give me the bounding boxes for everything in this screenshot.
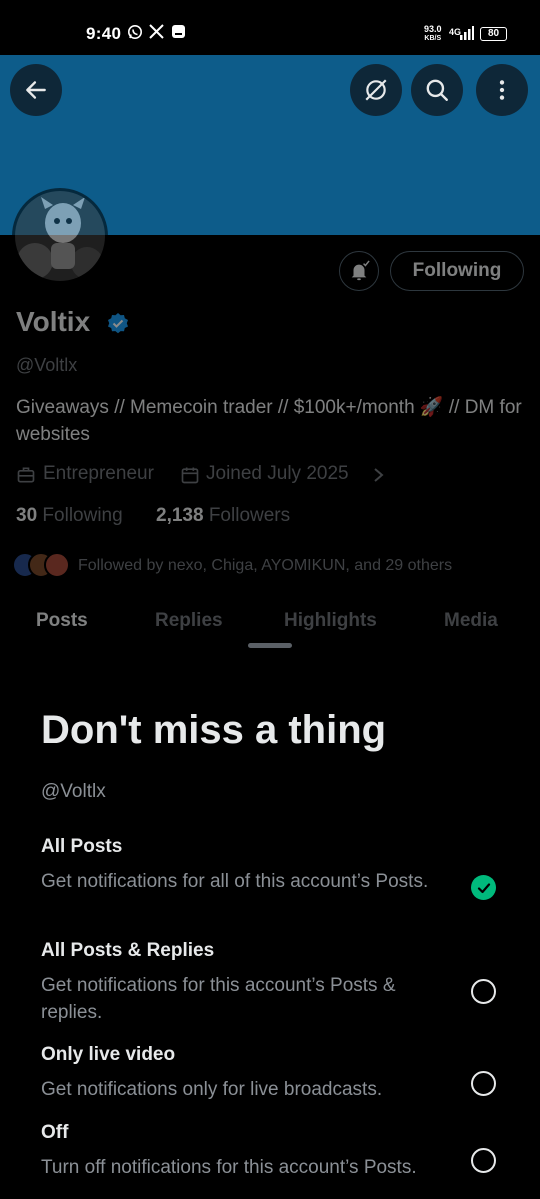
option-title-live-video: Only live video	[41, 1044, 176, 1065]
status-time: 9:40	[86, 24, 122, 43]
notifications-bell-button[interactable]	[339, 251, 379, 291]
radio-off[interactable]	[471, 1148, 496, 1173]
tab-highlights[interactable]: Highlights	[284, 610, 377, 632]
option-desc-all-posts: Get notifications for all of this accoun…	[41, 871, 429, 892]
profile-bio: Giveaways // Memecoin trader // $100k+/m…	[16, 397, 522, 445]
sheet-drag-handle[interactable]	[248, 643, 292, 648]
tab-replies[interactable]: Replies	[155, 610, 223, 632]
sheet-title: Don't miss a thing	[41, 708, 387, 752]
option-desc-off: Turn off notifications for this account’…	[41, 1157, 417, 1178]
search-icon	[426, 79, 448, 101]
x-logo-icon	[149, 24, 164, 43]
option-title-off: Off	[41, 1122, 69, 1143]
following-count-link[interactable]: 30 Following	[16, 505, 123, 527]
signal-icon	[460, 26, 474, 45]
back-button[interactable]	[10, 64, 62, 116]
checkmark-icon	[477, 882, 490, 893]
net-speed: 93.0 KB/S	[424, 24, 442, 43]
more-vertical-icon	[499, 80, 505, 100]
option-title-all-posts: All Posts	[41, 836, 123, 857]
tab-posts[interactable]: Posts	[36, 610, 88, 632]
calendar-icon	[180, 465, 200, 490]
avatar[interactable]	[12, 188, 108, 284]
sheet-handle: @Voltlx	[41, 781, 106, 802]
grok-icon	[365, 79, 387, 101]
profile-category: Entrepreneur	[43, 463, 154, 484]
chevron-right-icon[interactable]	[372, 465, 386, 490]
option-desc-posts-replies: Get notifications for this account’s Pos…	[41, 975, 396, 1023]
option-title-posts-replies: All Posts & Replies	[41, 940, 215, 961]
back-arrow-icon	[26, 81, 46, 99]
grok-button[interactable]	[350, 64, 402, 116]
app-notification-icon	[171, 24, 186, 43]
radio-live-video[interactable]	[471, 1071, 496, 1096]
profile-name: Voltix	[16, 306, 91, 337]
whatsapp-icon	[127, 24, 143, 44]
profile-handle: @Voltlx	[16, 355, 78, 375]
battery-indicator: 80	[480, 27, 507, 41]
followed-by-text[interactable]: Followed by nexo, Chiga, AYOMIKUN, and 2…	[78, 557, 452, 575]
radio-posts-replies[interactable]	[471, 979, 496, 1004]
verified-badge-icon	[106, 312, 130, 341]
bell-icon	[351, 260, 370, 281]
option-desc-live-video: Get notifications only for live broadcas…	[41, 1079, 383, 1100]
followers-count-link[interactable]: 2,138 Followers	[156, 505, 290, 527]
briefcase-icon	[16, 465, 36, 490]
follower-avatar	[44, 552, 70, 578]
profile-joined: Joined July 2025	[206, 463, 349, 484]
search-button[interactable]	[411, 64, 463, 116]
radio-all-posts[interactable]	[471, 875, 496, 900]
tab-media[interactable]: Media	[444, 610, 498, 632]
following-button[interactable]: Following	[390, 251, 524, 291]
more-button[interactable]	[476, 64, 528, 116]
